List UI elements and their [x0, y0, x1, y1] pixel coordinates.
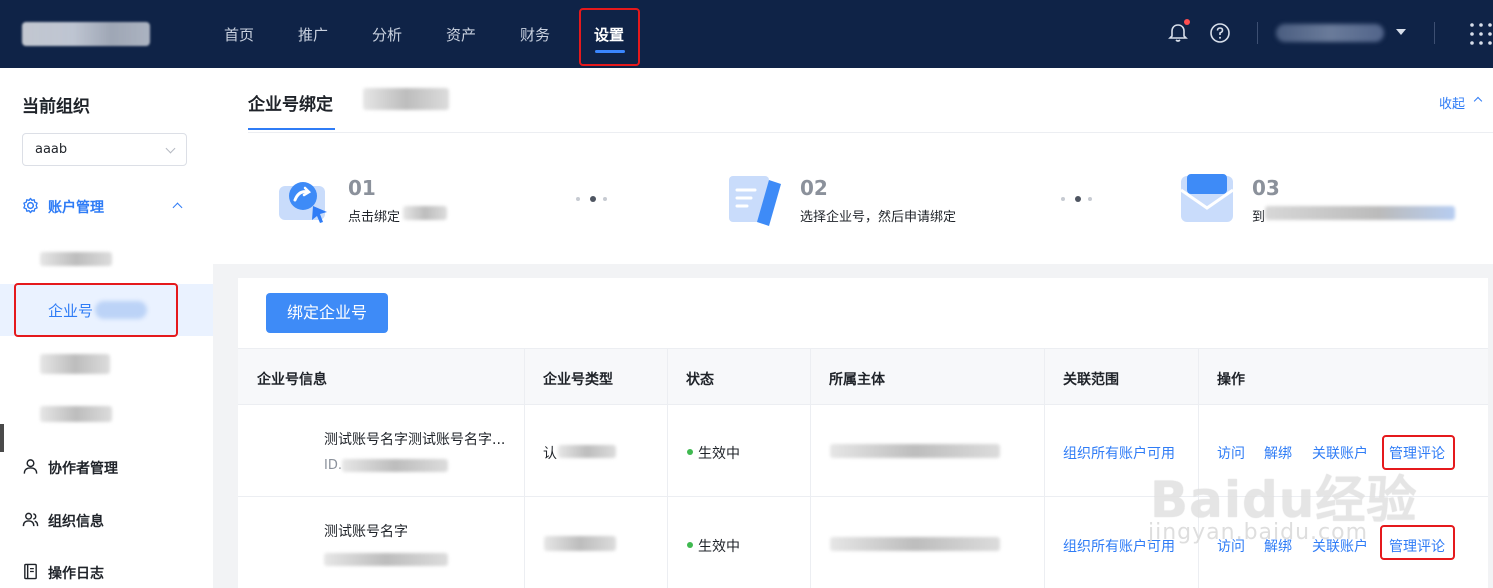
scroll-marker — [0, 424, 4, 452]
column-header: 企业号类型 — [543, 372, 613, 388]
tab-enterprise-bind[interactable]: 企业号绑定 — [248, 90, 333, 115]
bell-icon[interactable] — [1167, 22, 1189, 44]
redacted-text — [830, 537, 1000, 551]
tab-redacted[interactable] — [363, 88, 449, 110]
nav-separator — [1434, 22, 1435, 44]
nav-separator — [1257, 22, 1258, 44]
sidebar-item-redacted[interactable] — [40, 354, 110, 374]
status-text: 生效中 — [698, 446, 740, 462]
step-connector — [1061, 196, 1095, 202]
chevron-down-icon[interactable] — [1396, 29, 1406, 35]
redacted-text — [324, 553, 448, 566]
collapse-link[interactable]: 收起 — [1439, 93, 1465, 112]
step-number: 01 — [348, 176, 376, 200]
unbind-link[interactable]: 解绑 — [1264, 443, 1292, 463]
top-navbar: 首页 推广 分析 资产 财务 设置 — [0, 0, 1493, 68]
highlight-box-manage-comments — [1380, 525, 1455, 560]
tab-active-indicator — [248, 128, 335, 130]
org-select-value: aaab — [35, 142, 68, 157]
sidebar-title: 当前组织 — [22, 97, 90, 117]
link-accounts-link[interactable]: 关联账户 — [1312, 443, 1368, 463]
unbind-link[interactable]: 解绑 — [1264, 536, 1292, 556]
redacted-text — [544, 536, 616, 551]
users-icon — [22, 512, 39, 527]
link-accounts-link[interactable]: 关联账户 — [1312, 536, 1368, 556]
mail-icon — [1180, 174, 1234, 222]
visit-link[interactable]: 访问 — [1217, 536, 1245, 556]
nav-item-home[interactable]: 首页 — [224, 24, 254, 45]
sidebar-group-label: 组织信息 — [48, 514, 104, 530]
sidebar-group-label: 协作者管理 — [48, 461, 118, 477]
step-description: 点击绑定 — [348, 210, 401, 225]
status-dot — [687, 449, 693, 455]
sidebar: 当前组织 aaab 账户管理 企业号 协作者管理 组织信息 操作日志 — [0, 68, 213, 588]
step-description: 到 — [1252, 210, 1266, 225]
notification-dot — [1184, 19, 1190, 25]
user-icon — [23, 459, 38, 474]
step-number: 02 — [800, 176, 828, 200]
chevron-up-icon[interactable] — [1473, 96, 1483, 106]
sidebar-item-redacted[interactable] — [40, 252, 112, 266]
row-divider — [238, 496, 1488, 497]
column-header: 所属主体 — [829, 372, 885, 388]
account-type: 认 — [543, 446, 557, 462]
column-divider — [667, 348, 668, 588]
app-logo[interactable] — [22, 22, 150, 46]
scope-link[interactable]: 组织所有账户可用 — [1063, 443, 1175, 463]
sidebar-group-label: 操作日志 — [48, 566, 104, 582]
highlight-box-settings — [579, 8, 640, 66]
step-number: 03 — [1252, 176, 1280, 200]
column-divider — [1198, 348, 1199, 588]
highlight-box-manage-comments — [1382, 435, 1455, 470]
sidebar-item-redacted[interactable] — [40, 406, 112, 422]
apps-grid-icon[interactable] — [1469, 22, 1493, 46]
redacted-text — [1265, 206, 1455, 220]
table-header: 企业号信息 企业号类型 状态 所属主体 关联范围 操作 — [238, 348, 1488, 405]
nav-item-analysis[interactable]: 分析 — [372, 24, 402, 45]
step-connector — [576, 196, 610, 202]
redacted-text — [342, 459, 448, 472]
account-name: 测试账号名字测试账号名字... — [324, 432, 506, 448]
user-account-name[interactable] — [1276, 24, 1384, 42]
column-divider — [810, 348, 811, 588]
status-dot — [687, 542, 693, 548]
help-icon[interactable] — [1209, 22, 1231, 44]
column-header: 状态 — [686, 372, 714, 388]
step-description: 选择企业号，然后申请绑定 — [800, 210, 957, 225]
column-header: 操作 — [1217, 372, 1245, 388]
header-card: 企业号绑定 收起 01 点击绑定 02 选择企业号，然后申请绑定 03 到 — [213, 68, 1493, 264]
highlight-box-enterprise — [14, 283, 178, 337]
column-divider — [1044, 348, 1045, 588]
bind-enterprise-button[interactable]: 绑定企业号 — [266, 293, 388, 333]
scope-link[interactable]: 组织所有账户可用 — [1063, 536, 1175, 556]
sidebar-group-label: 账户管理 — [48, 200, 104, 216]
account-id: ID. — [324, 458, 342, 473]
click-bind-icon — [279, 182, 327, 223]
org-select[interactable]: aaab — [22, 133, 187, 166]
redacted-text — [558, 445, 616, 458]
header-divider — [248, 132, 1493, 133]
nav-item-assets[interactable]: 资产 — [446, 24, 476, 45]
visit-link[interactable]: 访问 — [1217, 443, 1245, 463]
document-icon — [24, 563, 37, 580]
column-header: 关联范围 — [1063, 372, 1119, 388]
column-header: 企业号信息 — [257, 372, 327, 388]
nav-item-finance[interactable]: 财务 — [520, 24, 550, 45]
redacted-text — [403, 206, 447, 220]
status-text: 生效中 — [698, 539, 740, 555]
main-card: 绑定企业号 企业号信息 企业号类型 状态 所属主体 关联范围 操作 测试账号名字… — [238, 278, 1488, 588]
redacted-text — [830, 444, 1000, 458]
nav-item-promote[interactable]: 推广 — [298, 24, 328, 45]
column-divider — [524, 348, 525, 588]
chevron-down-icon — [165, 143, 176, 154]
document-check-icon — [729, 176, 781, 226]
gear-icon — [23, 197, 38, 214]
account-name: 测试账号名字 — [324, 524, 408, 540]
chevron-up-icon[interactable] — [172, 202, 183, 213]
